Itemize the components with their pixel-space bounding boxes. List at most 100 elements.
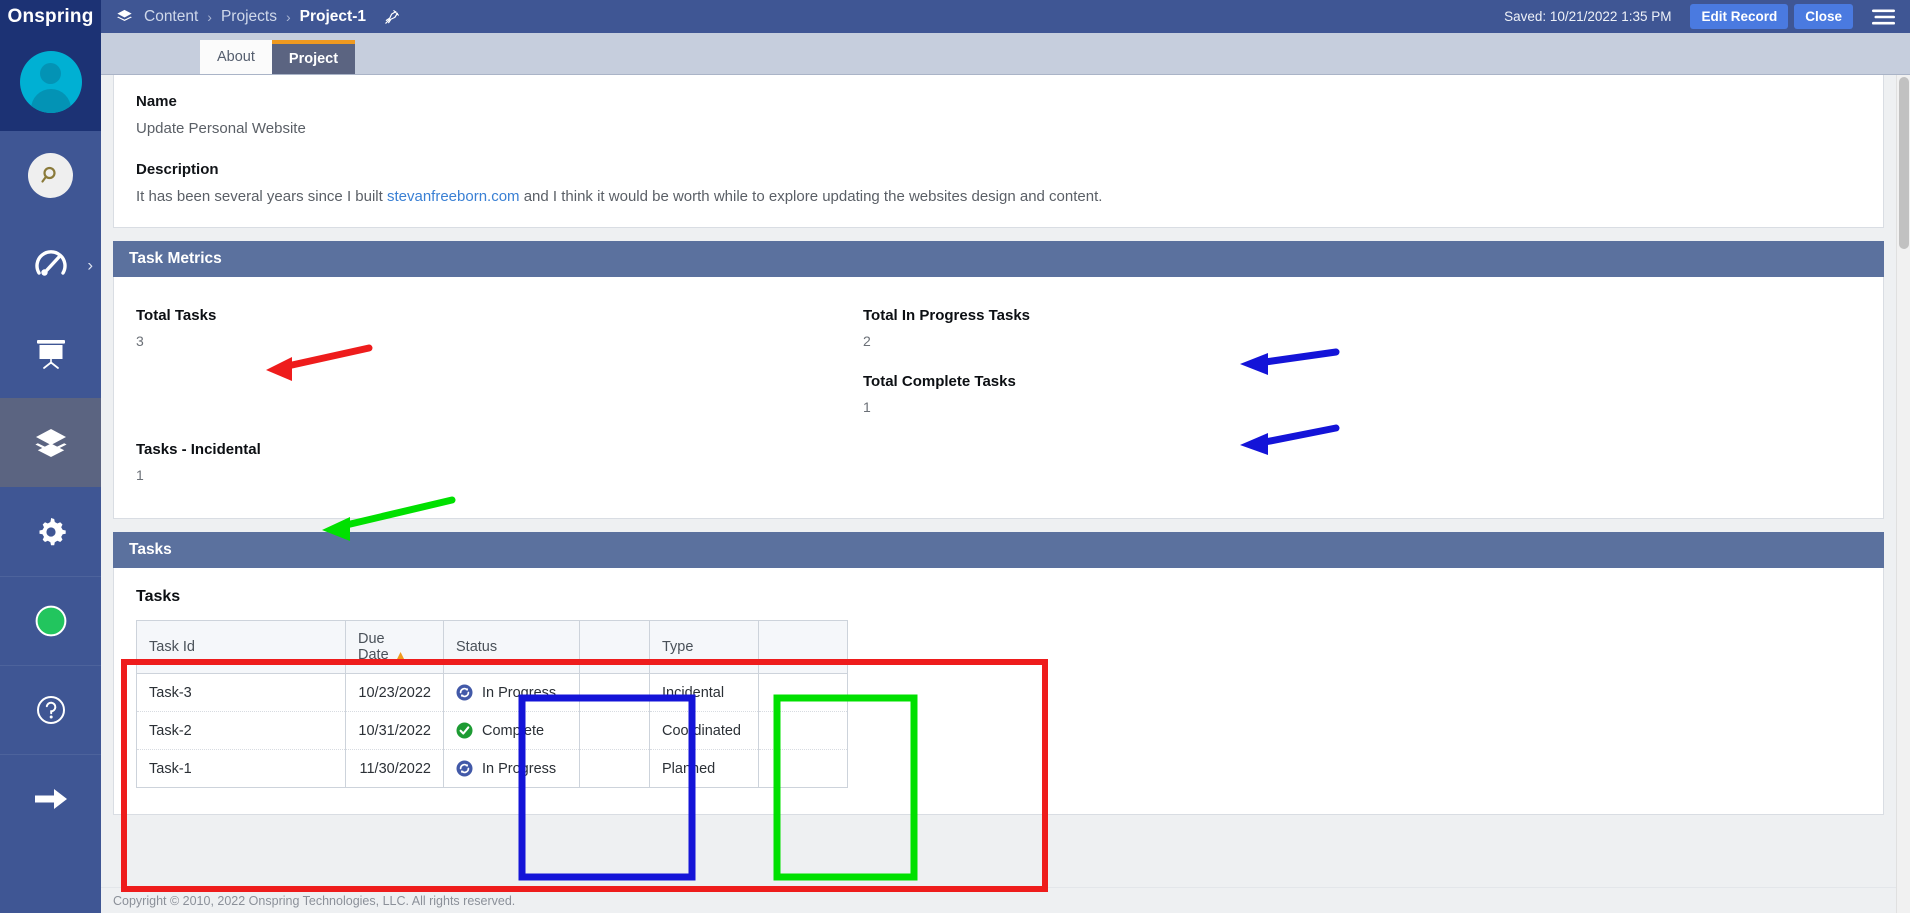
close-button[interactable]: Close: [1794, 4, 1853, 29]
sidebar-item-dashboards[interactable]: ›: [0, 220, 101, 309]
main-column: Content › Projects › Project-1 Saved: 10…: [101, 0, 1910, 913]
breadcrumb-content[interactable]: Content: [144, 8, 198, 26]
question-circle-icon: [34, 693, 68, 727]
description-label: Description: [136, 161, 219, 178]
column-header-due-date[interactable]: Due Date ▲: [345, 620, 444, 674]
tasks-body: Tasks Task Id Due Date ▲ Status Type Tas…: [113, 568, 1884, 815]
metric-total-in-progress-tasks-label: Total In Progress Tasks: [863, 307, 1030, 324]
cell-status: Complete: [443, 711, 580, 750]
top-bar: Content › Projects › Project-1 Saved: 10…: [101, 0, 1910, 33]
column-header-end[interactable]: [758, 620, 848, 674]
tab-project[interactable]: Project: [271, 40, 356, 74]
cell-end: [758, 673, 848, 712]
cell-blank: [579, 673, 650, 712]
edit-record-button[interactable]: Edit Record: [1690, 4, 1789, 29]
hamburger-menu-icon[interactable]: [1871, 8, 1896, 26]
tab-about[interactable]: About: [200, 40, 272, 74]
avatar-container[interactable]: [0, 33, 101, 131]
metric-total-complete-tasks-label: Total Complete Tasks: [863, 373, 1016, 390]
vertical-scrollbar-thumb[interactable]: [1899, 77, 1909, 249]
left-nav-rail: Onspring ›: [0, 0, 101, 913]
sidebar-item-reports[interactable]: [0, 309, 101, 398]
tasks-header-row: Task Id Due Date ▲ Status Type: [136, 620, 848, 674]
metric-total-in-progress-tasks: Total In Progress Tasks 2: [863, 307, 1030, 349]
cell-type: Incidental: [649, 673, 759, 712]
column-header-due-date-label: Due Date: [358, 631, 389, 663]
task-metrics-section: Task Metrics Total Tasks 3 Tasks - Incid…: [113, 241, 1884, 519]
sidebar-item-help[interactable]: [0, 665, 101, 754]
sidebar-item-status[interactable]: [0, 576, 101, 665]
sidebar-item-admin[interactable]: [0, 487, 101, 576]
cell-due-date: 10/23/2022: [345, 673, 444, 712]
cell-task-id[interactable]: Task-2: [136, 711, 346, 750]
chevron-right-icon[interactable]: ›: [87, 256, 93, 273]
tasks-list-title: Tasks: [136, 588, 181, 605]
tasks-section: Tasks Tasks Task Id Due Date ▲ Status Ty…: [113, 532, 1884, 815]
cell-status: In Progress: [443, 749, 580, 788]
search-icon: [28, 153, 73, 198]
breadcrumb-separator-2: ›: [285, 8, 291, 25]
metric-tasks-incidental-value: 1: [136, 467, 144, 483]
tab-strip: About Project: [101, 33, 1910, 75]
cell-status-label: In Progress: [482, 760, 557, 777]
column-header-task-id[interactable]: Task Id: [136, 620, 346, 674]
description-link[interactable]: stevanfreeborn.com: [387, 188, 520, 205]
table-row[interactable]: Task-1 11/30/2022 In Progress Planned: [136, 749, 848, 788]
tasks-table-head: Task Id Due Date ▲ Status Type: [136, 620, 848, 674]
cell-due-date: 10/31/2022: [345, 711, 444, 750]
brand-logo[interactable]: Onspring: [0, 0, 101, 33]
cell-status: In Progress: [443, 673, 580, 712]
arrow-right-icon: [32, 784, 70, 814]
in-progress-icon: [456, 760, 473, 777]
cell-task-id[interactable]: Task-1: [136, 749, 346, 788]
sidebar-item-signout[interactable]: [0, 754, 101, 843]
gauge-icon: [31, 245, 71, 285]
footer-copyright: Copyright © 2010, 2022 Onspring Technolo…: [113, 893, 516, 908]
saved-timestamp: Saved: 10/21/2022 1:35 PM: [1504, 9, 1672, 24]
table-row[interactable]: Task-2 10/31/2022 Complete Coordinated: [136, 711, 848, 750]
content-scroll-area: Name Update Personal Website Description…: [101, 75, 1910, 913]
avatar[interactable]: [19, 51, 82, 113]
app-root: Onspring › Content › Projects › Project-…: [0, 0, 1910, 913]
cell-task-id[interactable]: Task-3: [136, 673, 346, 712]
metric-total-complete-tasks: Total Complete Tasks 1: [863, 373, 1016, 415]
pin-icon[interactable]: [383, 8, 401, 26]
column-header-blank[interactable]: [579, 620, 650, 674]
cell-status-label: Complete: [482, 722, 545, 739]
sidebar-item-content[interactable]: [0, 398, 101, 487]
name-value: Update Personal Website: [136, 120, 306, 137]
breadcrumb: Content › Projects › Project-1: [144, 8, 401, 26]
metric-tasks-incidental-label: Tasks - Incidental: [136, 441, 261, 458]
cell-due-date: 11/30/2022: [345, 749, 444, 788]
cell-type: Planned: [649, 749, 759, 788]
table-row[interactable]: Task-3 10/23/2022 In Progress Incidental: [136, 673, 848, 712]
footer: Copyright © 2010, 2022 Onspring Technolo…: [101, 887, 1896, 913]
sidebar-item-search[interactable]: [0, 131, 101, 220]
field-name: Name Update Personal Website: [136, 93, 1861, 137]
tasks-table: Task Id Due Date ▲ Status Type Task-3 10…: [136, 620, 848, 788]
presentation-icon: [32, 335, 70, 373]
metric-total-tasks-value: 3: [136, 333, 144, 349]
cell-blank: [579, 711, 650, 750]
tasks-header: Tasks: [113, 532, 1884, 568]
vertical-scrollbar[interactable]: [1896, 75, 1910, 913]
metric-tasks-incidental: Tasks - Incidental 1: [136, 441, 261, 483]
green-circle-icon: [34, 604, 68, 638]
name-label: Name: [136, 93, 177, 110]
description-text-after: and I think it would be worth while to e…: [519, 188, 1103, 205]
sort-ascending-icon: ▲: [394, 648, 407, 662]
metric-total-tasks: Total Tasks 3: [136, 307, 216, 349]
cell-end: [758, 749, 848, 788]
breadcrumb-separator-1: ›: [207, 8, 212, 25]
breadcrumb-projects[interactable]: Projects: [221, 8, 277, 26]
description-text-before: It has been several years since I built: [136, 188, 387, 205]
tasks-table-body: Task-3 10/23/2022 In Progress Incidental…: [136, 673, 848, 788]
column-header-type[interactable]: Type: [649, 620, 759, 674]
metric-total-complete-tasks-value: 1: [863, 399, 871, 415]
gear-icon: [33, 514, 69, 550]
metric-total-tasks-label: Total Tasks: [136, 307, 217, 324]
layers-breadcrumb-icon: [115, 7, 134, 26]
field-description: Description It has been several years si…: [136, 161, 1861, 205]
column-header-status[interactable]: Status: [443, 620, 580, 674]
cell-type: Coordinated: [649, 711, 759, 750]
